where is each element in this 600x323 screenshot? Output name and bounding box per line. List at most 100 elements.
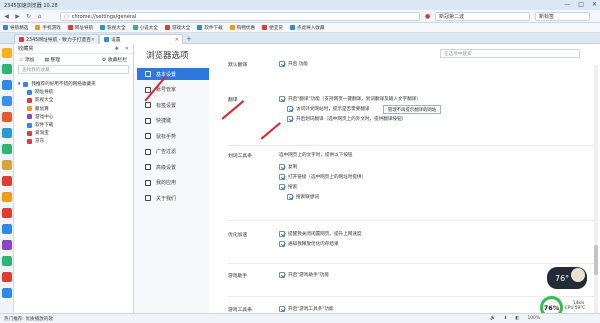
wechat-icon[interactable] bbox=[2, 64, 12, 74]
search-option[interactable]: 搜索 bbox=[279, 184, 297, 190]
checkbox[interactable] bbox=[279, 241, 285, 247]
tab-settings[interactable]: 设置 ✕ bbox=[99, 34, 183, 44]
checkbox[interactable] bbox=[279, 306, 285, 312]
status-control[interactable]: 🔊 bbox=[490, 316, 495, 321]
settings-nav-item[interactable]: 基本设置 bbox=[137, 68, 209, 80]
status-control[interactable]: ◧ bbox=[515, 316, 519, 321]
checkbox[interactable] bbox=[279, 61, 285, 67]
favorite-item[interactable]: 爱淘宝 bbox=[14, 129, 133, 137]
top-cut-option[interactable]: 开启 功能 bbox=[279, 61, 308, 67]
bookmark-item[interactable]: 导航精选 bbox=[3, 25, 28, 31]
app-icon[interactable] bbox=[2, 128, 12, 138]
settings-nav-item[interactable]: 广告过滤 bbox=[137, 146, 209, 158]
app-icon[interactable] bbox=[2, 208, 12, 218]
search-input[interactable]: 新冠第二波 bbox=[435, 12, 530, 21]
favorite-item[interactable]: 网址导航 bbox=[14, 88, 133, 96]
translate-enable-option[interactable]: 开启"翻译"功能（支持网页一键翻译，划词翻译及输入文字翻译） bbox=[279, 96, 421, 102]
close-tab-icon[interactable]: ✕ bbox=[175, 37, 179, 43]
manage-favorites-button[interactable]: ▤ 整理 bbox=[44, 56, 60, 63]
settings-nav-item[interactable]: 关于我们 bbox=[137, 192, 209, 204]
checkbox[interactable] bbox=[287, 116, 293, 122]
bookmark-item[interactable]: 点此导入收藏 bbox=[289, 25, 325, 31]
app-icon[interactable] bbox=[2, 272, 12, 282]
app-icon[interactable] bbox=[2, 144, 12, 154]
new-tab-icon[interactable]: + bbox=[186, 35, 192, 43]
favorites-bar-toggle[interactable]: ⚙ 收藏栏栏 bbox=[102, 56, 127, 63]
bookmark-item[interactable]: 手机游戏 bbox=[35, 25, 61, 31]
settings-nav-item[interactable]: 我的应用 bbox=[137, 177, 209, 189]
word-translate-option[interactable]: 开启划词翻译（选中网页上的外文时，提供翻译按钮） bbox=[287, 116, 406, 122]
bookmark-item[interactable]: 便宜货 bbox=[262, 25, 283, 31]
app-icon[interactable] bbox=[2, 160, 12, 170]
user-menu[interactable]: 新标签 bbox=[535, 12, 590, 21]
settings-nav-item[interactable]: 鼠标手势 bbox=[137, 130, 209, 142]
forward-icon[interactable]: ▶ bbox=[13, 12, 22, 21]
checkbox[interactable] bbox=[287, 106, 293, 112]
favorite-item[interactable]: 软件下载 bbox=[14, 121, 133, 129]
bookmark-item[interactable]: 网址导航 bbox=[67, 25, 93, 31]
maximize-button[interactable]: □ bbox=[578, 1, 584, 8]
favorite-item[interactable]: 影视大全 bbox=[14, 96, 133, 104]
temperature-widget[interactable]: 76° bbox=[547, 267, 587, 289]
open-link-option[interactable]: 打开链接（选中网页上的网址时提供） bbox=[279, 174, 366, 180]
settings-nav-item[interactable]: 标签设置 bbox=[137, 99, 209, 111]
settings-nav-item[interactable]: 账号管家 bbox=[137, 84, 209, 96]
checkbox[interactable] bbox=[279, 184, 285, 190]
status-control[interactable]: ⬇ bbox=[504, 316, 508, 321]
app-icon[interactable] bbox=[2, 288, 12, 298]
bookmark-item[interactable]: 游戏大全 bbox=[164, 25, 190, 31]
close-window-button[interactable]: ✕ bbox=[592, 1, 597, 8]
status-text[interactable]: 热门推荐: 优质播放的歌 bbox=[4, 316, 53, 322]
settings-nav-item[interactable]: 快捷键 bbox=[137, 115, 209, 127]
status-control[interactable]: 100% bbox=[527, 316, 540, 321]
pin-icon[interactable]: ✚ bbox=[115, 46, 119, 52]
app-icon[interactable] bbox=[2, 192, 12, 202]
close-panel-icon[interactable]: ✕ bbox=[125, 46, 129, 52]
expand-icon[interactable]: ▾ bbox=[18, 82, 20, 87]
search-engine-icon[interactable]: ● bbox=[425, 13, 430, 20]
checkbox[interactable] bbox=[279, 164, 285, 170]
search-suggest-option[interactable]: 搜索联想词 bbox=[287, 194, 319, 200]
app-icon[interactable] bbox=[2, 224, 12, 234]
app-icon[interactable] bbox=[2, 176, 12, 186]
idle-tab-option[interactable]: 提醒我关闭闲置网页，提升上网速度 bbox=[279, 231, 362, 237]
weibo-icon[interactable] bbox=[2, 80, 12, 90]
tab-2345-navigation[interactable]: 2345网址导航 - 致力于打造百 ✕ bbox=[14, 34, 99, 44]
settings-scrollbar[interactable] bbox=[594, 65, 598, 313]
scrollbar-thumb[interactable] bbox=[594, 245, 598, 275]
url-field[interactable]: ▢ chrome://settings/general bbox=[60, 12, 420, 21]
bookmark-item[interactable]: 购物优惠 bbox=[229, 25, 255, 31]
refresh-icon[interactable]: ↻ bbox=[24, 12, 33, 21]
bookmark-item[interactable]: 影视大全 bbox=[100, 25, 126, 31]
memory-notify-option[interactable]: 通知我释放优化内存结果 bbox=[279, 241, 339, 247]
checkbox[interactable] bbox=[279, 231, 285, 237]
checkbox[interactable] bbox=[279, 174, 285, 180]
favorite-item[interactable]: 京东 bbox=[14, 137, 133, 145]
favorite-item[interactable]: 聚划算 bbox=[14, 105, 133, 113]
game-helper-option[interactable]: 开启"游戏助手"功能 bbox=[279, 272, 329, 278]
copy-option[interactable]: 复制 bbox=[279, 164, 297, 170]
bookmark-item[interactable]: 软件下载 bbox=[197, 25, 223, 31]
translate-prompt-option[interactable]: 访问外文网站时，提示是否需要翻译 bbox=[287, 106, 370, 112]
checkbox[interactable] bbox=[279, 96, 285, 102]
manage-sites-button[interactable]: 管理不再提示翻译的网站 bbox=[383, 105, 441, 114]
home-icon[interactable]: ⌂ bbox=[35, 12, 44, 21]
back-icon[interactable]: ◀ bbox=[2, 12, 11, 21]
minimize-button[interactable]: — bbox=[564, 1, 570, 8]
app-icon[interactable] bbox=[2, 256, 12, 266]
favorites-root-folder[interactable]: ▾ 我推荐的好用不错的网络收藏夹 bbox=[14, 80, 133, 88]
settings-search-input[interactable]: 在选项中搜索 bbox=[440, 49, 580, 58]
app-icon[interactable] bbox=[2, 240, 12, 250]
favorites-search-input[interactable]: 查找我的收藏 bbox=[18, 65, 129, 74]
checkbox[interactable] bbox=[279, 272, 285, 278]
game-toolbar-option[interactable]: 开启"游戏工具条"功能 bbox=[279, 306, 334, 312]
favorites-star-icon[interactable] bbox=[2, 48, 12, 58]
settings-nav-item[interactable]: 高级设置 bbox=[137, 161, 209, 173]
favorite-item[interactable]: 游戏中心 bbox=[14, 113, 133, 121]
checkbox[interactable] bbox=[287, 194, 293, 200]
bookmark-item[interactable]: 小说大全 bbox=[132, 25, 158, 31]
add-favorite-button[interactable]: ☆ 添加 bbox=[19, 56, 34, 63]
app-icon[interactable] bbox=[2, 96, 12, 106]
close-tab-icon[interactable]: ✕ bbox=[91, 37, 95, 43]
app-icon[interactable] bbox=[2, 112, 12, 122]
